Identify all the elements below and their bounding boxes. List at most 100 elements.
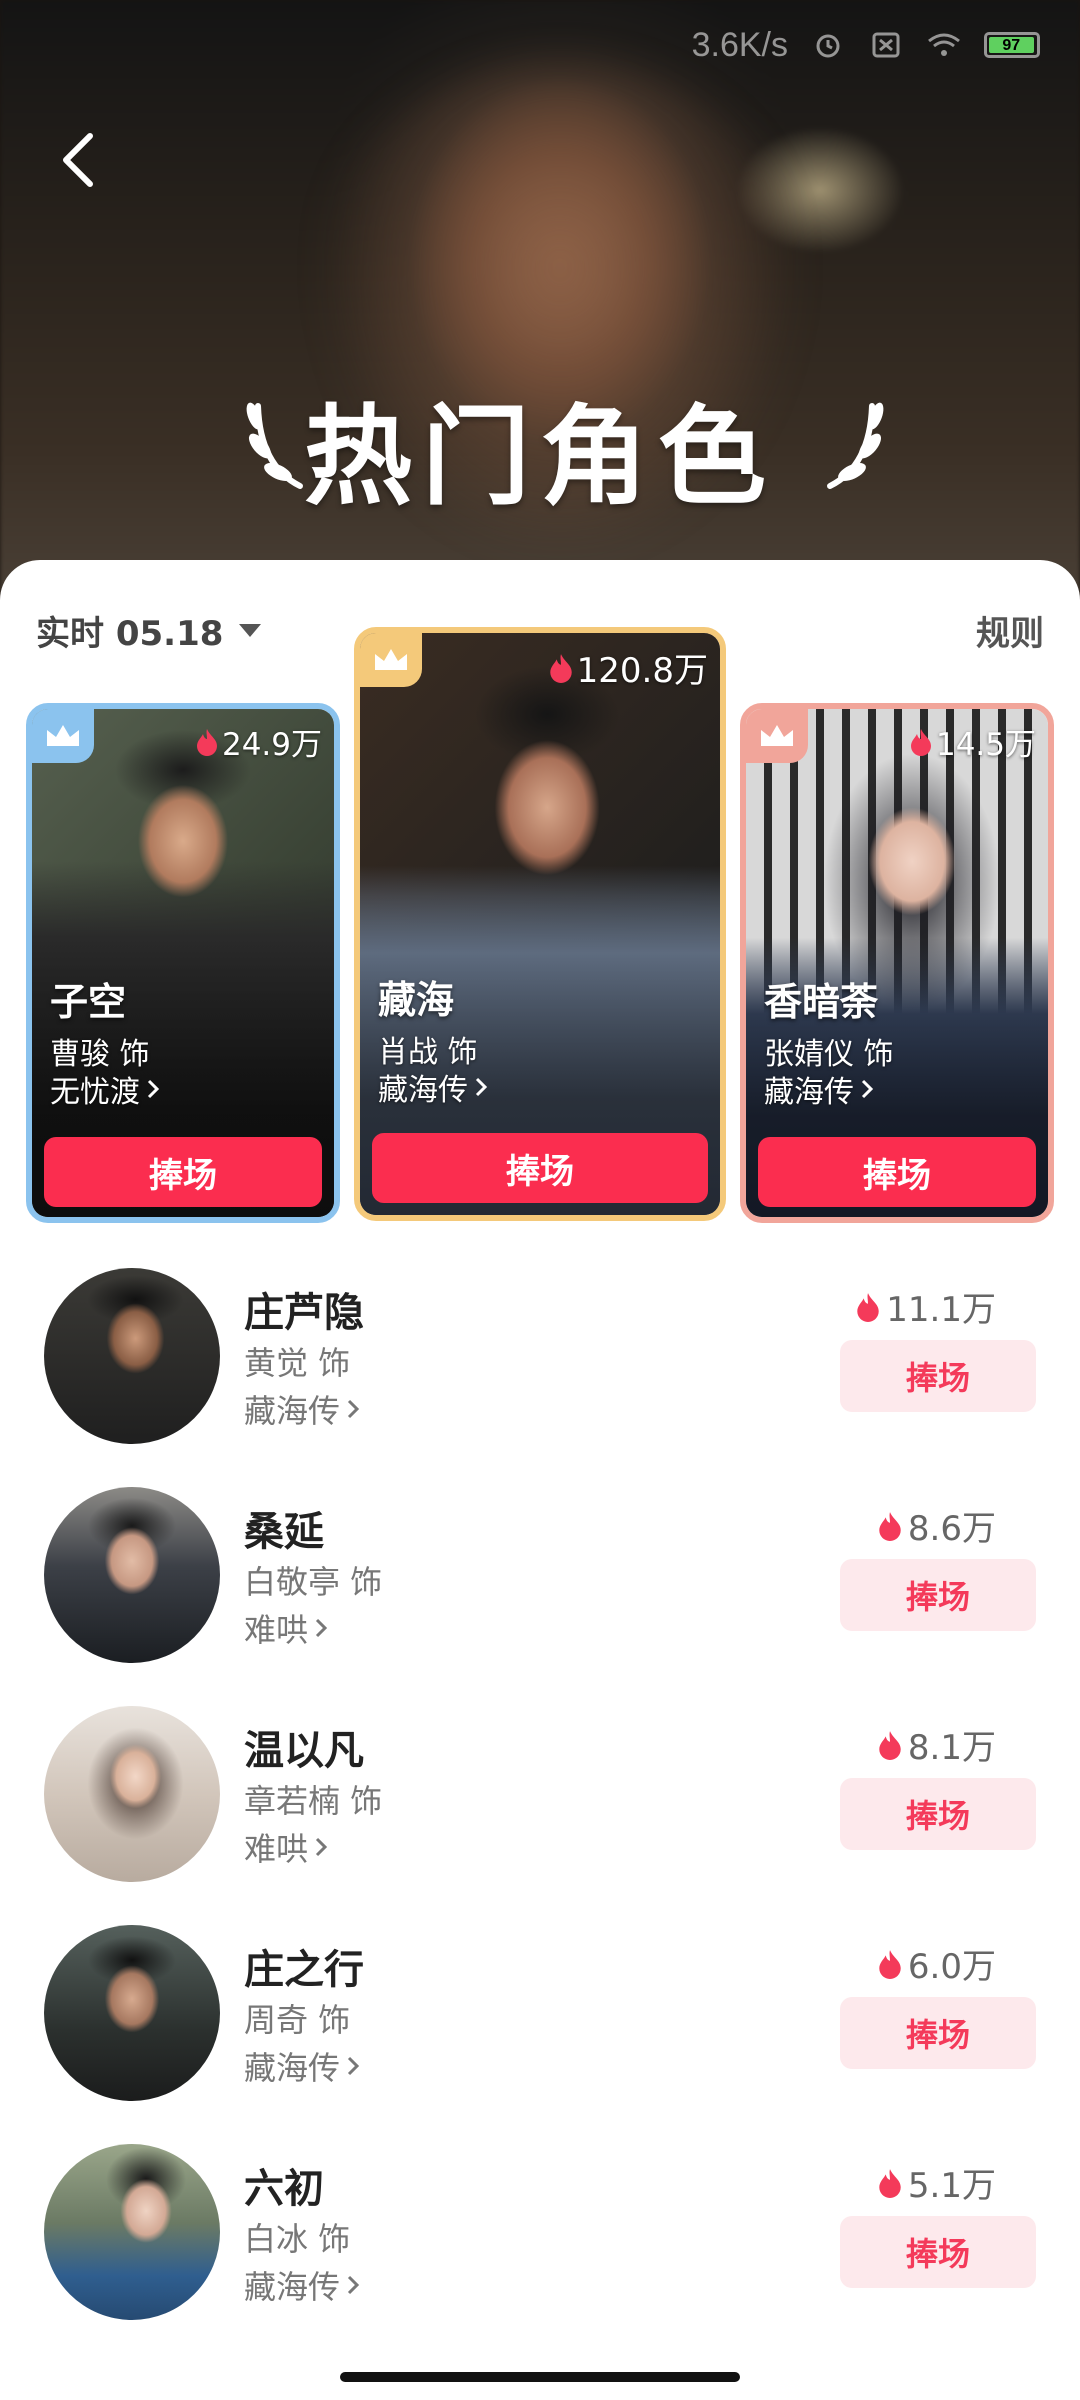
heat-value: 8.6万 bbox=[878, 1501, 996, 1550]
rank-badge bbox=[32, 709, 94, 763]
character-name: 庄之行 bbox=[244, 1947, 364, 1993]
avatar[interactable] bbox=[44, 1268, 220, 1444]
top-card-rank-2[interactable]: 24.9万 子空 曹骏 饰 无忧渡 捧场 bbox=[26, 703, 340, 1223]
drama-title: 藏海传 bbox=[764, 1075, 854, 1110]
drama-link[interactable]: 藏海传 bbox=[764, 1067, 874, 1111]
avatar[interactable] bbox=[44, 1487, 220, 1663]
home-indicator[interactable] bbox=[340, 2372, 740, 2382]
list-item[interactable]: 温以凡 章若楠 饰 难哄 8.1万 捧场 bbox=[0, 1698, 1080, 1888]
net-speed: 3.6K/s bbox=[691, 25, 788, 64]
heat-value: 5.1万 bbox=[878, 2158, 996, 2207]
list-item[interactable]: 庄芦隐 黄觉 饰 藏海传 11.1万 捧场 bbox=[0, 1260, 1080, 1450]
actor-name: 黄觉 饰 bbox=[244, 1344, 351, 1382]
drama-link[interactable]: 无忧渡 bbox=[50, 1067, 160, 1111]
date-selector[interactable]: 实时 05.18 bbox=[36, 606, 262, 655]
rules-link[interactable]: 规则 bbox=[976, 606, 1044, 655]
drama-title: 藏海传 bbox=[244, 2049, 341, 2087]
page-title: 热门角色 bbox=[303, 395, 776, 520]
actor-name: 白敬亭 饰 bbox=[244, 1563, 383, 1601]
chevron-right-icon bbox=[315, 1618, 328, 1638]
caret-down-icon bbox=[239, 624, 262, 637]
flame-icon bbox=[549, 653, 572, 683]
cheer-button[interactable]: 捧场 bbox=[758, 1137, 1036, 1207]
list-item[interactable]: 六初 白冰 饰 藏海传 5.1万 捧场 bbox=[0, 2136, 1080, 2326]
heat-text: 6.0万 bbox=[907, 1947, 996, 1987]
alarm-icon bbox=[816, 34, 840, 58]
actor-name: 章若楠 饰 bbox=[244, 1782, 383, 1820]
character-name: 子空 bbox=[50, 980, 127, 1024]
status-bar: 3.6K/s 97 bbox=[692, 20, 1040, 70]
drama-link[interactable]: 藏海传 bbox=[378, 1065, 488, 1109]
drama-link[interactable]: 藏海传 bbox=[244, 2043, 360, 2089]
chevron-right-icon bbox=[475, 1077, 488, 1097]
wifi-icon bbox=[928, 33, 960, 56]
cheer-button[interactable]: 捧场 bbox=[840, 1997, 1036, 2069]
actor-name: 周奇 饰 bbox=[244, 2001, 351, 2039]
heat-text: 8.6万 bbox=[907, 1509, 996, 1549]
flame-icon bbox=[196, 728, 217, 756]
back-button[interactable] bbox=[48, 120, 108, 200]
drama-title: 难哄 bbox=[244, 1611, 309, 1649]
crown-icon bbox=[375, 649, 407, 670]
flame-icon bbox=[879, 1949, 901, 1979]
drama-title: 藏海传 bbox=[244, 2268, 341, 2306]
avatar[interactable] bbox=[44, 2144, 220, 2320]
heat-text: 24.9万 bbox=[221, 727, 322, 763]
heat-value: 11.1万 bbox=[856, 1282, 996, 1331]
chevron-right-icon bbox=[347, 2056, 360, 2076]
chevron-right-icon bbox=[347, 2275, 360, 2295]
top-card-rank-3[interactable]: 14.5万 香暗荼 张婧仪 饰 藏海传 捧场 bbox=[740, 703, 1054, 1223]
actor-name: 白冰 饰 bbox=[244, 2220, 351, 2258]
character-name: 温以凡 bbox=[244, 1728, 364, 1774]
drama-title: 藏海传 bbox=[378, 1073, 468, 1108]
drama-link[interactable]: 藏海传 bbox=[244, 1386, 360, 1432]
heat-text: 11.1万 bbox=[886, 1290, 996, 1330]
top-card-rank-1[interactable]: 120.8万 藏海 肖战 饰 藏海传 捧场 bbox=[354, 627, 726, 1221]
drama-title: 无忧渡 bbox=[50, 1075, 140, 1110]
cheer-button[interactable]: 捧场 bbox=[44, 1137, 322, 1207]
character-name: 六初 bbox=[244, 2166, 324, 2212]
chevron-right-icon bbox=[861, 1079, 874, 1099]
list-item[interactable]: 桑延 白敬亭 饰 难哄 8.6万 捧场 bbox=[0, 1479, 1080, 1669]
date-label: 实时 05.18 bbox=[36, 614, 224, 654]
flame-icon bbox=[879, 2168, 901, 2198]
avatar[interactable] bbox=[44, 1925, 220, 2101]
cheer-button[interactable]: 捧场 bbox=[840, 1559, 1036, 1631]
crown-icon bbox=[761, 725, 793, 746]
chevron-right-icon bbox=[315, 1837, 328, 1857]
laurel-right-icon bbox=[827, 402, 884, 489]
rank-badge bbox=[746, 709, 808, 763]
drama-link[interactable]: 难哄 bbox=[244, 1605, 328, 1651]
drama-title: 藏海传 bbox=[244, 1392, 341, 1430]
heat-value: 8.1万 bbox=[878, 1720, 996, 1769]
cheer-button[interactable]: 捧场 bbox=[840, 1778, 1036, 1850]
heat-value: 24.9万 bbox=[196, 719, 322, 764]
drama-link[interactable]: 难哄 bbox=[244, 1824, 328, 1870]
heat-value: 6.0万 bbox=[878, 1939, 996, 1988]
battery-level: 97 bbox=[989, 37, 1034, 54]
chevron-left-icon bbox=[63, 133, 93, 187]
cheer-button[interactable]: 捧场 bbox=[840, 1340, 1036, 1412]
heat-text: 5.1万 bbox=[907, 2166, 996, 2206]
heat-value: 120.8万 bbox=[549, 643, 708, 692]
drama-title: 难哄 bbox=[244, 1830, 309, 1868]
cheer-button[interactable]: 捧场 bbox=[840, 2216, 1036, 2288]
cheer-button[interactable]: 捧场 bbox=[372, 1133, 708, 1203]
flame-icon bbox=[879, 1730, 901, 1760]
crown-icon bbox=[47, 725, 79, 746]
flame-icon bbox=[879, 1511, 901, 1541]
rank-badge bbox=[360, 633, 422, 687]
sim-icon bbox=[872, 32, 900, 58]
character-name: 藏海 bbox=[378, 978, 455, 1022]
heat-text: 14.5万 bbox=[935, 727, 1036, 763]
heat-text: 8.1万 bbox=[907, 1728, 996, 1768]
heat-text: 120.8万 bbox=[576, 651, 708, 691]
battery-icon: 97 bbox=[984, 32, 1040, 58]
avatar[interactable] bbox=[44, 1706, 220, 1882]
drama-link[interactable]: 藏海传 bbox=[244, 2262, 360, 2308]
chevron-right-icon bbox=[347, 1399, 360, 1419]
chevron-right-icon bbox=[147, 1079, 160, 1099]
heat-value: 14.5万 bbox=[910, 719, 1036, 764]
list-item[interactable]: 庄之行 周奇 饰 藏海传 6.0万 捧场 bbox=[0, 1917, 1080, 2107]
flame-icon bbox=[857, 1292, 880, 1322]
